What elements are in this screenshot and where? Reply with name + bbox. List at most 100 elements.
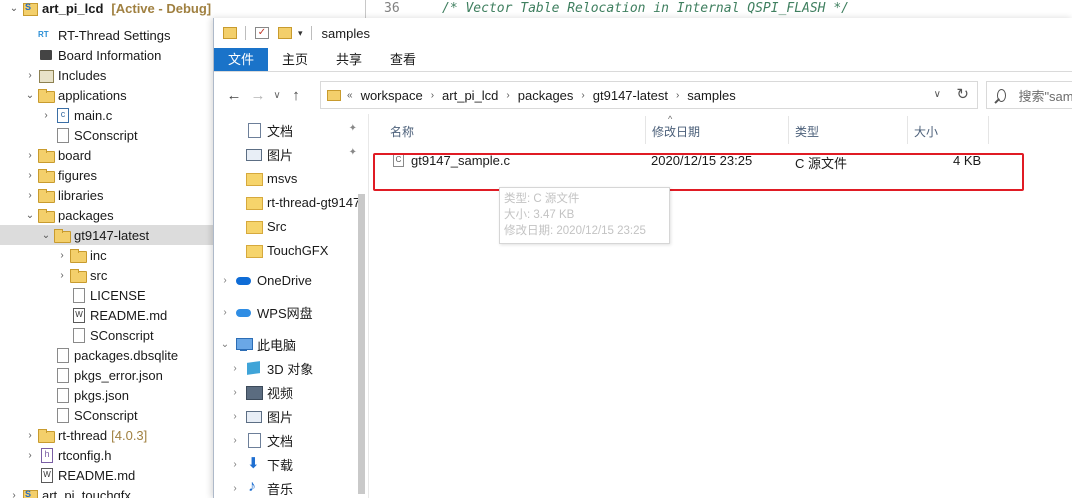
scrollbar-thumb[interactable] — [358, 194, 365, 494]
collapse-chevron-icon[interactable]: › — [224, 459, 246, 470]
column-header-size[interactable]: 大小 — [914, 120, 938, 144]
up-arrow-icon[interactable]: ↑ — [284, 87, 308, 104]
expand-chevron-icon[interactable]: ⌄ — [214, 339, 236, 350]
collapse-chevron-icon[interactable]: › — [24, 150, 36, 161]
column-header-name[interactable]: 名称 — [390, 120, 414, 144]
collapse-chevron-icon[interactable]: › — [224, 435, 246, 446]
tab-home[interactable]: 主页 — [268, 48, 322, 71]
file-icon — [54, 128, 70, 143]
tab-file[interactable]: 文件 — [214, 48, 269, 71]
breadcrumb-chevron-icon[interactable]: › — [581, 90, 584, 101]
collapse-chevron-icon[interactable]: › — [224, 483, 246, 494]
search-input[interactable]: 搜索"samples" — [986, 81, 1072, 109]
column-divider[interactable] — [645, 116, 646, 144]
breadcrumb-workspace[interactable]: workspace — [361, 88, 423, 103]
folder-icon — [327, 89, 341, 101]
address-bar[interactable]: « workspace › art_pi_lcd › packages › gt… — [320, 81, 978, 109]
tab-view[interactable]: 查看 — [376, 48, 430, 71]
breadcrumb-chevron-icon[interactable]: › — [431, 90, 434, 101]
code-editor[interactable]: 36 /* Vector Table Relocation in Interna… — [365, 0, 1072, 18]
address-toolbar: ← → ∨ ↑ « workspace › art_pi_lcd › packa… — [214, 77, 1072, 113]
nav-item-label: OneDrive — [257, 272, 312, 288]
collapse-chevron-icon[interactable]: › — [24, 170, 36, 181]
breadcrumb-chevron-icon[interactable]: › — [676, 90, 679, 101]
column-divider[interactable] — [788, 116, 789, 144]
collapse-chevron-icon[interactable]: › — [24, 190, 36, 201]
nav-item[interactable]: › WPS网盘 — [214, 300, 368, 324]
nav-item[interactable]: rt-thread-gt9147 — [214, 190, 368, 214]
breadcrumb-packages[interactable]: packages — [518, 88, 574, 103]
collapse-chevron-icon[interactable]: › — [214, 307, 236, 318]
collapse-chevron-icon[interactable]: › — [24, 70, 36, 81]
back-arrow-icon[interactable]: ← — [222, 87, 246, 104]
expand-chevron-icon[interactable]: ⌄ — [40, 230, 52, 241]
properties-check-icon[interactable]: ✓ — [255, 27, 269, 39]
nav-item[interactable]: › 音乐 — [214, 476, 368, 498]
folder-icon — [246, 219, 263, 234]
tab-share[interactable]: 共享 — [322, 48, 376, 71]
column-divider[interactable] — [988, 116, 989, 144]
breadcrumb-chevron-icon[interactable]: › — [506, 90, 509, 101]
folder-icon — [246, 171, 263, 186]
tree-item-label: rtconfig.h — [58, 447, 112, 463]
nav-item[interactable]: › 下载 — [214, 452, 368, 476]
new-folder-icon[interactable] — [278, 27, 292, 39]
collapse-chevron-icon[interactable]: › — [24, 430, 36, 441]
tree-item-label: SConscript — [74, 127, 138, 143]
collapse-chevron-icon[interactable]: › — [56, 250, 68, 261]
folder-icon — [38, 148, 55, 163]
nav-item-label: msvs — [267, 170, 298, 186]
tree-item-label: applications — [58, 87, 127, 103]
collapse-chevron-icon[interactable]: › — [224, 387, 246, 398]
nav-item[interactable]: › 3D 对象 — [214, 356, 368, 380]
file-explorer-window: ✓ ▾ samples 文件 主页 共享 查看 ← → ∨ ↑ « worksp… — [213, 18, 1072, 498]
nav-item[interactable]: ⌄ 此电脑 — [214, 332, 368, 356]
nav-item[interactable]: Src — [214, 214, 368, 238]
nav-item[interactable]: TouchGFX — [214, 238, 368, 262]
tree-item-label: Includes — [58, 67, 107, 83]
nav-item[interactable]: msvs — [214, 166, 368, 190]
column-divider[interactable] — [907, 116, 908, 144]
collapse-chevron-icon[interactable]: › — [214, 275, 236, 286]
nav-item[interactable]: › 视频 — [214, 380, 368, 404]
folder-icon — [38, 208, 55, 223]
refresh-icon[interactable]: ↻ — [956, 85, 969, 103]
file-icon — [54, 388, 70, 403]
toolbar-divider — [245, 26, 246, 40]
breadcrumb-gt9147-latest[interactable]: gt9147-latest — [593, 88, 668, 103]
header-file-icon — [38, 448, 54, 463]
nav-item[interactable]: 图片 ✦ — [214, 142, 368, 166]
nav-item-label: 视频 — [267, 385, 294, 401]
nav-item[interactable]: 文档 ✦ — [214, 118, 368, 142]
nav-item[interactable]: › 图片 — [214, 404, 368, 428]
tree-item-label: art_pi_lcd — [42, 0, 104, 16]
navigation-scrollbar[interactable] — [353, 114, 369, 498]
nav-item-label: 图片 — [267, 409, 294, 425]
recent-locations-chevron-icon[interactable]: ∨ — [270, 90, 284, 101]
collapse-chevron-icon[interactable]: › — [24, 450, 36, 461]
breadcrumb-art-pi-lcd[interactable]: art_pi_lcd — [442, 88, 498, 103]
tooltip-size: 大小: 3.47 KB — [504, 209, 575, 221]
address-dropdown-icon[interactable]: ∨ — [934, 89, 941, 100]
collapse-chevron-icon[interactable]: › — [224, 363, 246, 374]
expand-chevron-icon[interactable]: ⌄ — [24, 90, 36, 101]
markdown-file-icon — [70, 308, 86, 323]
expand-chevron-icon[interactable]: ⌄ — [24, 210, 36, 221]
expand-chevron-icon[interactable]: ⌄ — [8, 3, 20, 14]
breadcrumb-overflow[interactable]: « — [347, 90, 353, 101]
tooltip-type: 类型: C 源文件 — [504, 193, 580, 205]
nav-item[interactable]: › 文档 — [214, 428, 368, 452]
collapse-chevron-icon[interactable]: › — [56, 270, 68, 281]
nav-item[interactable]: › OneDrive — [214, 268, 368, 292]
window-title: samples — [321, 25, 370, 41]
column-header-type[interactable]: 类型 — [795, 120, 819, 144]
column-header-date[interactable]: 修改日期 — [652, 120, 700, 144]
breadcrumb-samples[interactable]: samples — [687, 88, 735, 103]
tree-item-label: LICENSE — [90, 287, 146, 303]
collapse-chevron-icon[interactable]: › — [8, 490, 20, 498]
tree-item[interactable]: ⌄ art_pi_lcd [Active - Debug] — [0, 0, 365, 18]
collapse-chevron-icon[interactable]: › — [40, 110, 52, 121]
forward-arrow-icon[interactable]: → — [246, 87, 270, 104]
quick-access-dropdown-icon[interactable]: ▾ — [298, 28, 303, 39]
collapse-chevron-icon[interactable]: › — [224, 411, 246, 422]
